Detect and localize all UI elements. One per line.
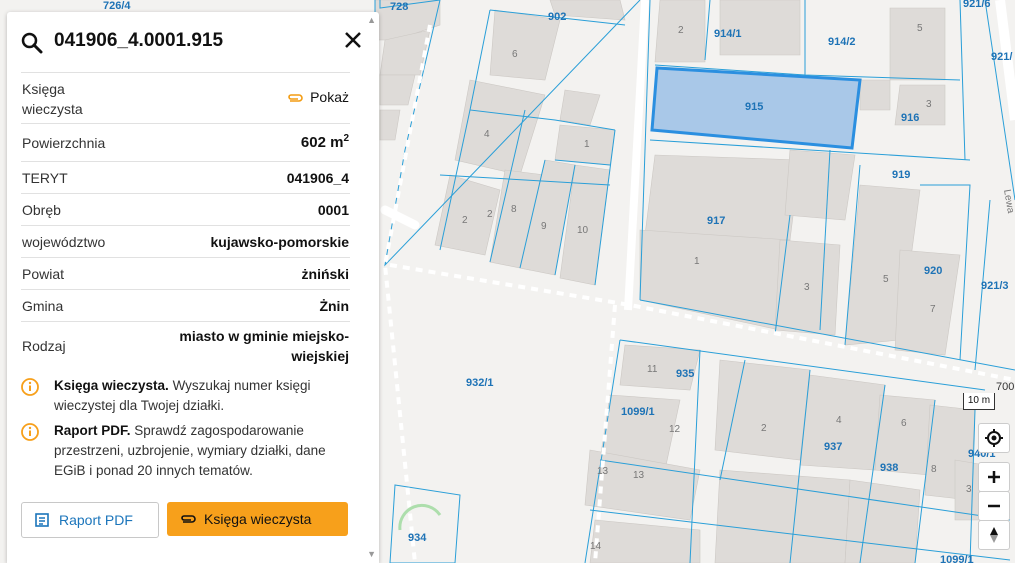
- info-icon: [21, 378, 39, 396]
- svg-text:932/1: 932/1: [466, 377, 494, 389]
- svg-text:935: 935: [676, 368, 694, 380]
- ksiega-wieczysta-button[interactable]: Księga wieczysta: [167, 502, 348, 536]
- zoom-in-button[interactable]: [978, 462, 1010, 492]
- locate-icon: [985, 429, 1003, 447]
- row-obreb: Obręb 0001: [21, 193, 350, 225]
- svg-text:4: 4: [836, 415, 842, 426]
- svg-text:7: 7: [930, 304, 936, 315]
- minus-icon: [988, 504, 1000, 508]
- scroll-up-icon[interactable]: ▲: [367, 15, 376, 25]
- svg-text:14: 14: [590, 541, 602, 552]
- info-ksiega: Księga wieczysta. Wyszukaj numer księgi …: [21, 376, 351, 416]
- svg-text:5: 5: [917, 23, 923, 34]
- svg-text:2: 2: [462, 215, 468, 226]
- svg-text:914/2: 914/2: [828, 36, 856, 48]
- svg-text:916: 916: [901, 112, 919, 124]
- svg-text:919: 919: [892, 169, 910, 181]
- svg-text:3: 3: [804, 282, 810, 293]
- svg-text:700: 700: [996, 381, 1014, 393]
- compass-button[interactable]: [978, 520, 1010, 550]
- svg-text:934: 934: [408, 532, 427, 544]
- svg-text:726/4: 726/4: [103, 0, 131, 12]
- plus-icon: [988, 471, 1000, 483]
- svg-text:921/3: 921/3: [981, 280, 1009, 292]
- panel-header: 041906_4.0001.915: [21, 28, 365, 58]
- compass-icon: [990, 527, 998, 543]
- parcel-info-panel: ▲ ▼ 041906_4.0001.915 Księga wieczysta P…: [7, 12, 379, 563]
- svg-text:937: 937: [824, 441, 842, 453]
- show-kw-link[interactable]: Pokaż: [286, 89, 349, 105]
- svg-text:728: 728: [390, 1, 408, 13]
- row-powiat: Powiat żniński: [21, 257, 350, 289]
- row-wojewodztwo: województwo kujawsko-pomorskie: [21, 225, 350, 257]
- svg-text:11: 11: [647, 364, 658, 375]
- svg-text:3: 3: [926, 99, 932, 110]
- svg-text:914/1: 914/1: [714, 28, 742, 40]
- svg-text:8: 8: [931, 464, 937, 475]
- row-ksiega: Księga wieczysta Pokaż: [21, 72, 350, 123]
- row-rodzaj: Rodzaj miasto w gminie miejsko- wiejskie…: [21, 321, 350, 372]
- svg-text:2: 2: [761, 423, 767, 434]
- document-icon: [35, 513, 49, 527]
- svg-text:8: 8: [511, 204, 517, 215]
- svg-text:902: 902: [548, 11, 566, 23]
- scale-bar: 10 m: [963, 393, 995, 410]
- paperclip-icon: [181, 515, 196, 523]
- svg-text:12: 12: [669, 424, 681, 435]
- report-pdf-button[interactable]: Raport PDF: [21, 502, 159, 538]
- svg-text:2: 2: [487, 209, 493, 220]
- svg-text:6: 6: [901, 418, 907, 429]
- row-gmina: Gmina Żnin: [21, 289, 350, 321]
- svg-text:6: 6: [512, 49, 518, 60]
- svg-text:13: 13: [633, 470, 645, 481]
- row-area: Powierzchnia 602 m2: [21, 123, 350, 161]
- row-teryt: TERYT 041906_4: [21, 161, 350, 193]
- parcel-title: 041906_4.0001.915: [54, 30, 224, 51]
- svg-text:921/: 921/: [991, 51, 1012, 63]
- scroll-down-icon[interactable]: ▼: [367, 549, 376, 559]
- svg-text:1099/1: 1099/1: [940, 554, 974, 563]
- svg-text:938: 938: [880, 462, 898, 474]
- svg-text:1099/1: 1099/1: [621, 406, 655, 418]
- info-raport: Raport PDF. Sprawdź zagospodarowanie prz…: [21, 421, 351, 481]
- svg-text:9: 9: [541, 221, 547, 232]
- svg-text:2: 2: [678, 25, 684, 36]
- svg-text:5: 5: [883, 274, 889, 285]
- svg-text:917: 917: [707, 215, 725, 227]
- locate-button[interactable]: [978, 423, 1010, 453]
- svg-text:4: 4: [484, 129, 490, 140]
- svg-text:1: 1: [694, 256, 700, 267]
- svg-text:13: 13: [597, 466, 609, 477]
- info-icon: [21, 423, 39, 441]
- search-icon: [21, 32, 43, 54]
- parcel-attributes: Księga wieczysta Pokaż Powierzchnia 602 …: [21, 72, 350, 372]
- svg-text:1: 1: [584, 139, 590, 150]
- close-icon[interactable]: [341, 28, 365, 52]
- svg-text:3: 3: [966, 484, 972, 495]
- svg-text:915: 915: [745, 101, 763, 113]
- paperclip-icon: [288, 94, 303, 103]
- zoom-out-button[interactable]: [978, 491, 1010, 521]
- svg-text:920: 920: [924, 265, 942, 277]
- svg-text:10: 10: [577, 225, 589, 236]
- svg-text:921/6: 921/6: [963, 0, 991, 10]
